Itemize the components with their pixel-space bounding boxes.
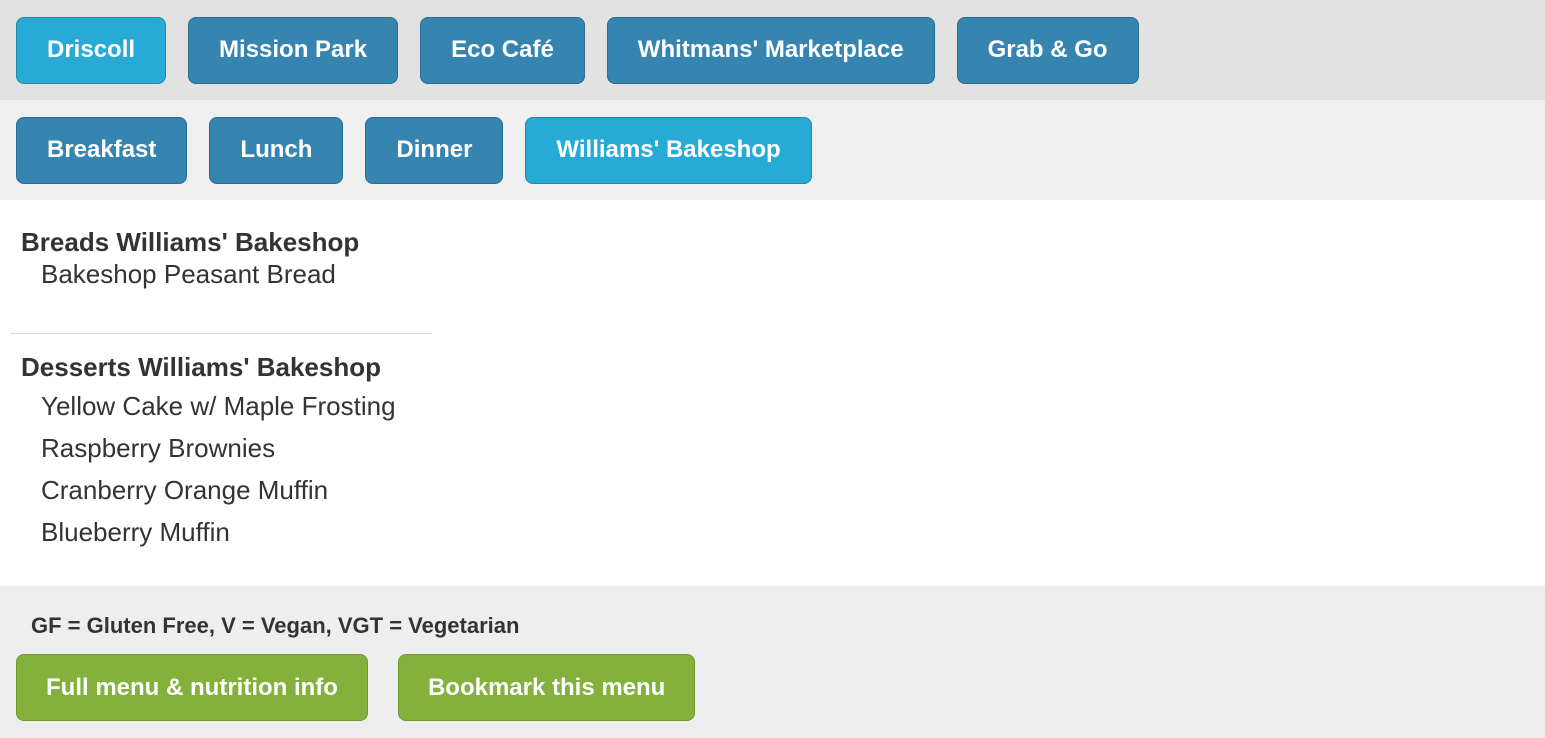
location-button-eco-cafe[interactable]: Eco Café [420,16,585,84]
footer: GF = Gluten Free, V = Vegan, VGT = Veget… [0,586,1545,738]
menu-item: Raspberry Brownies [41,433,276,463]
menu-item: Yellow Cake w/ Maple Frosting [41,391,396,421]
menu-item: Bakeshop Peasant Bread [41,259,336,289]
location-button-mission-park[interactable]: Mission Park [188,16,399,84]
bookmark-menu-button[interactable]: Bookmark this menu [397,654,696,721]
location-button-grab-and-go[interactable]: Grab & Go [956,16,1139,84]
meal-nav: Breakfast Lunch Dinner Williams' Bakesho… [0,100,1545,200]
section-title: Breads Williams' Bakeshop [21,227,360,257]
full-menu-button[interactable]: Full menu & nutrition info [16,654,368,721]
meal-button-breakfast[interactable]: Breakfast [16,116,188,184]
location-button-whitmans-marketplace[interactable]: Whitmans' Marketplace [606,16,935,84]
menu-item: Cranberry Orange Muffin [41,475,329,505]
location-button-driscoll[interactable]: Driscoll [16,16,167,84]
section-title: Desserts Williams' Bakeshop [21,352,381,382]
meal-button-williams-bakeshop[interactable]: Williams' Bakeshop [525,116,812,184]
menu-item: Blueberry Muffin [41,517,230,547]
menu-content: Breads Williams' Bakeshop Bakeshop Peasa… [0,200,1545,586]
location-nav: Driscoll Mission Park Eco Café Whitmans'… [0,0,1545,100]
section-divider [10,333,432,334]
menu-section-desserts: Desserts Williams' Bakeshop Yellow Cake … [0,351,396,553]
meal-button-dinner[interactable]: Dinner [365,116,504,184]
meal-button-lunch[interactable]: Lunch [209,116,344,184]
menu-section-breads: Breads Williams' Bakeshop Bakeshop Peasa… [0,227,1545,287]
footer-actions: Full menu & nutrition info Bookmark this… [0,654,1545,721]
diet-legend: GF = Gluten Free, V = Vegan, VGT = Veget… [31,613,520,638]
